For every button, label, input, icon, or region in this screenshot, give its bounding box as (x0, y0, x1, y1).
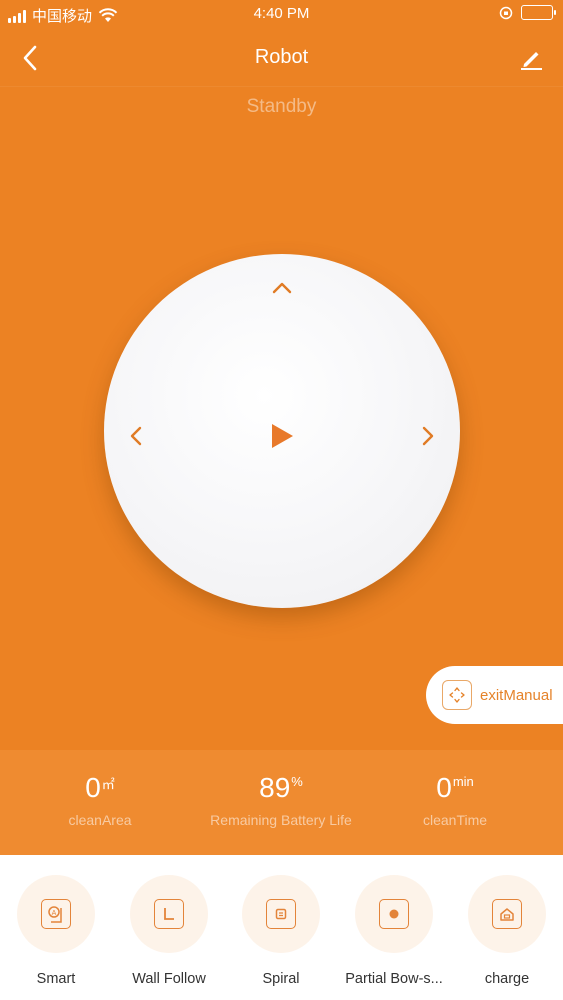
mode-icon-circle (468, 875, 546, 953)
svg-text:A: A (52, 910, 57, 917)
chevron-up-icon (272, 282, 292, 294)
mode-icon-circle (130, 875, 208, 953)
stat-value-wrapper: 0min (405, 772, 505, 804)
nav-divider (0, 86, 563, 87)
start-button[interactable] (264, 418, 300, 454)
charge-home-icon (492, 899, 522, 929)
move-left-button[interactable] (118, 418, 154, 454)
clean-time-unit: min (452, 774, 474, 789)
move-right-button[interactable] (410, 418, 446, 454)
mode-icon-circle: A (17, 875, 95, 953)
mode-icon-circle (242, 875, 320, 953)
mode-partial-bow-label: Partial Bow-s... (345, 971, 443, 987)
stat-value-wrapper: 89% (191, 772, 371, 804)
mode-wall-follow-label: Wall Follow (132, 971, 206, 987)
clean-area-label: cleanArea (68, 812, 132, 828)
clean-time-label: cleanTime (422, 812, 488, 828)
exit-manual-label: exitManual (480, 686, 553, 704)
direction-joystick[interactable] (104, 254, 460, 608)
wall-follow-icon (154, 899, 184, 929)
mode-charge-button[interactable]: charge (451, 875, 563, 987)
pencil-icon (521, 52, 542, 70)
mode-wall-follow-button[interactable]: Wall Follow (113, 875, 225, 987)
smart-mode-icon: A (41, 899, 71, 929)
partial-bow-icon (379, 899, 409, 929)
stat-battery-life: 89% Remaining Battery Life (191, 772, 371, 828)
rotation-lock-icon (499, 6, 513, 19)
move-up-button[interactable] (264, 270, 300, 306)
mode-smart-label: Smart (36, 971, 76, 987)
manual-control-icon (442, 680, 472, 710)
status-bar: 中国移动 4:40 PM (0, 0, 563, 30)
mode-spiral-button[interactable]: Spiral (225, 875, 337, 987)
clean-area-value: 0 (85, 772, 101, 803)
exit-manual-button[interactable]: exitManual (426, 666, 563, 724)
clean-time-value: 0 (436, 772, 452, 803)
mode-icon-circle (355, 875, 433, 953)
mode-partial-bow-button[interactable]: Partial Bow-s... (338, 875, 450, 987)
stat-value-wrapper: 0㎡ (48, 772, 152, 804)
edit-button[interactable] (515, 42, 547, 74)
spiral-icon (266, 899, 296, 929)
nav-bar: Robot (0, 30, 563, 86)
play-icon (272, 424, 293, 448)
stat-clean-area: 0㎡ cleanArea (48, 772, 152, 828)
stat-clean-time: 0min cleanTime (405, 772, 505, 828)
page-title: Robot (254, 46, 309, 68)
chevron-left-icon (130, 426, 142, 446)
battery-unit: % (291, 774, 303, 789)
battery-icon (521, 5, 556, 20)
mode-smart-button[interactable]: A Smart (0, 875, 112, 987)
robot-status: Standby (246, 96, 317, 117)
battery-label: Remaining Battery Life (210, 812, 352, 828)
mode-charge-label: charge (484, 971, 530, 987)
status-bar-time: 4:40 PM (253, 5, 310, 22)
status-bar-right (499, 5, 556, 20)
cleaning-modes-bar: A Smart Wall Follow Spiral Partial Bow-s… (0, 855, 563, 1000)
clean-area-unit: ㎡ (101, 777, 115, 792)
mode-spiral-label: Spiral (262, 971, 300, 987)
chevron-right-icon (422, 426, 434, 446)
battery-value: 89 (259, 772, 291, 803)
